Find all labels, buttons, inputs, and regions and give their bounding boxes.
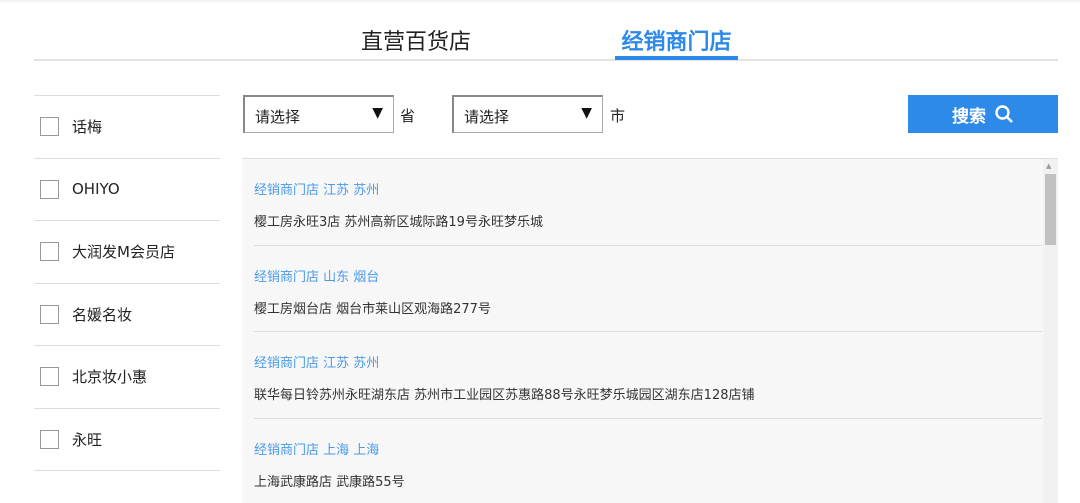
dropdown-arrow-icon: ▼ [581, 105, 592, 121]
city-value: 请选择 [464, 108, 510, 126]
store-item: 经销商门店 江苏 苏州樱工房永旺3店 苏州高新区城际路19号永旺梦乐城 [254, 159, 1042, 246]
brand-label: 名媛名妆 [72, 305, 133, 324]
brand-label: 话梅 [72, 118, 103, 137]
search-label: 搜索 [952, 106, 986, 127]
store-title[interactable]: 经销商门店 江苏 苏州 [254, 179, 1042, 198]
store-address: 联华每日铃苏州永旺湖东店 苏州市工业园区苏惠路88号永旺梦乐城园区湖东店128店… [254, 388, 755, 403]
checkbox[interactable] [40, 429, 59, 449]
checkbox[interactable] [40, 179, 59, 199]
tab-dealer-stores[interactable]: 经销商门店 [615, 24, 738, 60]
search-button[interactable]: 搜索 [908, 95, 1058, 133]
store-title[interactable]: 经销商门店 上海 上海 [254, 439, 1042, 458]
store-address: 樱工房永旺3店 苏州高新区城际路19号永旺梦乐城 [254, 215, 543, 230]
checkbox[interactable] [40, 242, 59, 262]
store-address: 樱工房烟台店 烟台市莱山区观海路277号 [254, 301, 491, 317]
checkbox[interactable] [40, 117, 59, 137]
province-unit-label: 省 [400, 107, 416, 125]
province-value: 请选择 [255, 108, 301, 126]
store-title[interactable]: 经销商门店 江苏 苏州 [254, 352, 1042, 371]
scrollbar[interactable]: ▲ [1043, 159, 1058, 503]
brand-filter-list: 话梅 OHIYO 大润发M会员店 名媛名妆 北京妆小惠 永旺 [34, 95, 220, 471]
scroll-up-icon[interactable]: ▲ [1046, 162, 1051, 170]
brand-label: 大润发M会员店 [72, 243, 175, 262]
brand-item[interactable]: OHIYO [34, 159, 220, 221]
brand-label: 北京妆小惠 [72, 368, 148, 387]
city-select[interactable]: 请选择 ▼ [452, 95, 603, 133]
tab-direct-stores[interactable]: 直营百货店 [360, 24, 472, 59]
brand-item[interactable]: 名媛名妆 [34, 284, 220, 346]
brand-label: OHIYO [72, 180, 120, 199]
brand-item[interactable]: 大润发M会员店 [34, 221, 220, 284]
store-address: 上海武康路店 武康路55号 [254, 474, 405, 490]
checkbox[interactable] [40, 304, 59, 324]
brand-label: 永旺 [72, 430, 103, 449]
store-type-tabs: 直营百货店 经销商门店 [34, 0, 1058, 61]
dropdown-arrow-icon: ▼ [372, 105, 383, 121]
brand-item[interactable]: 北京妆小惠 [34, 346, 220, 409]
store-list: 经销商门店 江苏 苏州 樱工房永旺3店 苏州高新区城际路19号永旺梦乐城 经销商门… [242, 158, 1058, 503]
store-item: 经销商门店 江苏 苏州联华每日铃苏州永旺湖东店 苏州市工业园区苏惠路88号永旺梦… [254, 332, 1042, 419]
city-unit-label: 市 [610, 107, 626, 125]
scrollbar-thumb[interactable] [1045, 174, 1056, 245]
province-select[interactable]: 请选择 ▼ [243, 95, 394, 133]
brand-item[interactable]: 话梅 [34, 96, 220, 159]
store-item: 经销商门店 上海 上海 上海武康路店 武康路55号 [254, 419, 1042, 503]
store-item: 经销商门店 山东 烟台 樱工房烟台店 烟台市莱山区观海路277号 [254, 246, 1042, 332]
brand-item[interactable]: 永旺 [34, 409, 220, 471]
search-icon [995, 105, 1013, 123]
checkbox[interactable] [40, 367, 59, 387]
store-title[interactable]: 经销商门店 山东 烟台 [254, 266, 1042, 285]
